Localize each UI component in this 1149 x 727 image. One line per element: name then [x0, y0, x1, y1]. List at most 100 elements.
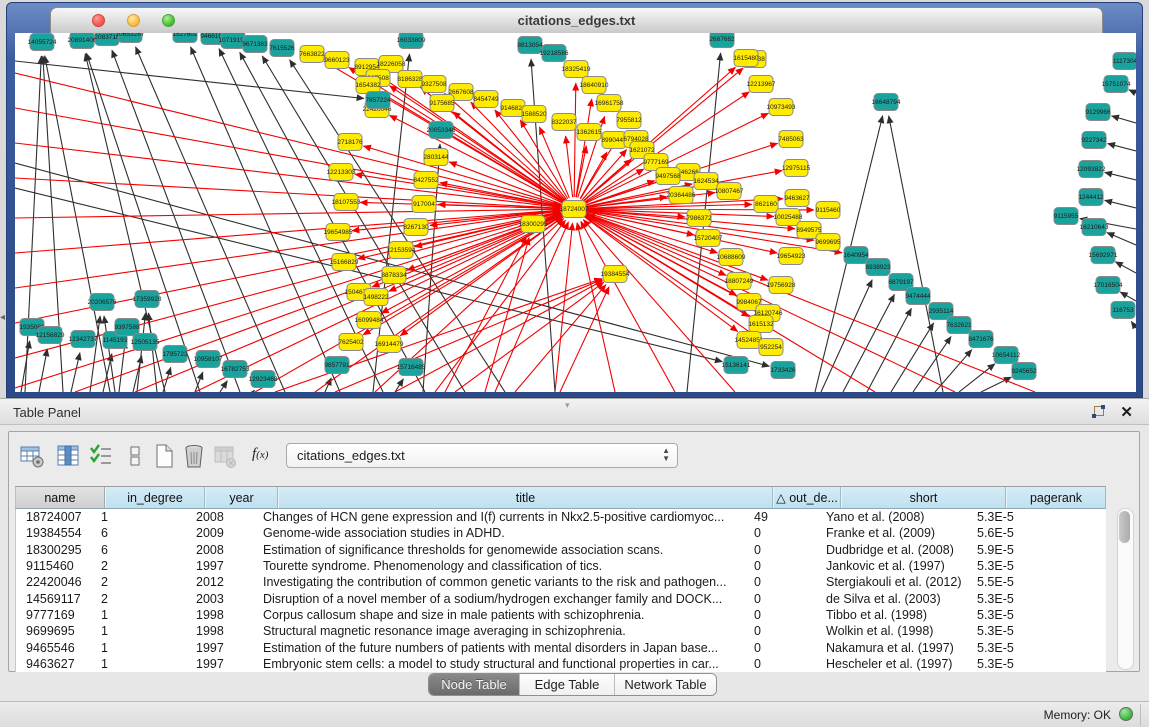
table-cell[interactable]: 18300295 — [16, 543, 96, 557]
table-cell[interactable]: 2009 — [191, 526, 259, 540]
graph-node[interactable]: 10958107 — [194, 351, 223, 368]
graph-node[interactable]: 1588520 — [521, 106, 547, 123]
table-cell[interactable]: Franke et al. (2009) — [814, 526, 967, 540]
graph-node[interactable]: 9227342 — [1081, 132, 1107, 149]
column-header-short[interactable]: short — [841, 487, 1006, 508]
table-row[interactable]: 1872400712008Changes of HCN gene express… — [16, 509, 1106, 525]
table-cell[interactable]: 0 — [750, 575, 814, 589]
graph-node[interactable]: 18807249 — [725, 273, 754, 290]
graph-node[interactable]: 1362615 — [576, 124, 602, 141]
table-cell[interactable]: 2012 — [191, 575, 259, 589]
graph-node[interactable]: 8471676 — [968, 331, 994, 348]
graph-node[interactable]: 1498222 — [363, 289, 389, 306]
graph-edge[interactable] — [566, 136, 573, 197]
graph-node[interactable]: 9671383 — [242, 36, 268, 53]
graph-node[interactable]: 7986372 — [686, 210, 712, 227]
table-cell[interactable]: 0 — [750, 608, 814, 622]
table-cell[interactable]: 0 — [750, 641, 814, 655]
graph-node[interactable]: 9857791 — [324, 357, 350, 374]
rows-toggle-icon[interactable] — [122, 443, 150, 471]
graph-node[interactable]: 7955812 — [616, 112, 642, 129]
graph-node[interactable]: 8938923 — [865, 259, 891, 276]
network-view-window[interactable]: citations_edges.txt 18724007183002951938… — [6, 2, 1143, 398]
graph-node[interactable]: 16033809 — [397, 33, 426, 49]
table-cell[interactable]: 9699695 — [16, 624, 96, 638]
graph-node[interactable]: 15136141 — [722, 357, 751, 374]
table-row[interactable]: 946554611997Estimation of the future num… — [16, 639, 1106, 655]
column-header-title[interactable]: title — [278, 487, 773, 508]
graph-node[interactable]: 19756928 — [767, 277, 796, 294]
graph-node[interactable]: 15692971 — [1089, 247, 1118, 264]
column-header-year[interactable]: year — [205, 487, 278, 508]
table-cell[interactable]: 5.9E-5 — [967, 543, 1057, 557]
table-cell[interactable]: 2 — [96, 559, 191, 573]
graph-node[interactable]: 9115460 — [816, 202, 841, 219]
graph-node[interactable]: 16210643 — [1080, 219, 1109, 236]
close-panel-icon[interactable]: ✕ — [1120, 403, 1133, 421]
table-cell[interactable]: 1 — [96, 641, 191, 655]
graph-node[interactable]: 16782753 — [221, 361, 250, 378]
table-settings-icon[interactable] — [19, 443, 47, 471]
graph-node[interactable]: 9474444 — [905, 288, 931, 305]
panel-collapse-arrow[interactable]: ◂ — [0, 312, 5, 323]
graph-node[interactable]: 12975115 — [782, 160, 811, 177]
graph-node[interactable]: 12153594 — [387, 242, 416, 259]
table-cell[interactable]: 2 — [96, 592, 191, 606]
table-cell[interactable]: 1997 — [191, 641, 259, 655]
table-panel-header[interactable]: Table Panel ▾ ✕ — [0, 398, 1149, 425]
graph-node[interactable]: 1733426 — [770, 362, 796, 379]
table-cell[interactable]: 1998 — [191, 624, 259, 638]
graph-node[interactable]: 16914479 — [375, 336, 404, 353]
graph-edge[interactable] — [574, 83, 576, 197]
graph-edge[interactable] — [1105, 172, 1136, 180]
table-cell[interactable]: 2008 — [191, 543, 259, 557]
graph-node[interactable]: 9699695 — [815, 234, 841, 251]
table-source-select[interactable]: citations_edges.txt ▲▼ — [286, 443, 678, 468]
graph-node[interactable]: 1795723 — [162, 346, 188, 363]
table-cell[interactable]: 1 — [96, 608, 191, 622]
graph-node[interactable]: 7857224 — [365, 92, 391, 109]
graph-node[interactable]: 2803144 — [423, 149, 449, 166]
table-cell[interactable]: 6 — [96, 543, 191, 557]
graph-node[interactable]: 2718176 — [337, 134, 363, 151]
graph-node[interactable]: 12156829 — [36, 327, 65, 344]
table-cell[interactable]: 5.3E-5 — [967, 641, 1057, 655]
table-cell[interactable]: 5.3E-5 — [967, 510, 1057, 524]
graph-edge[interactable] — [275, 279, 602, 392]
graph-node[interactable]: 8186328 — [397, 71, 423, 88]
graph-node[interactable]: 18640910 — [580, 77, 609, 94]
graph-node[interactable]: 7615526 — [269, 40, 295, 57]
table-cell[interactable]: Dudbridge et al. (2008) — [814, 543, 967, 557]
graph-node[interactable]: 10807467 — [715, 183, 744, 200]
graph-node[interactable]: 7485063 — [778, 131, 804, 148]
column-header-pagerank[interactable]: pagerank — [1006, 487, 1106, 508]
table-cell[interactable]: Wolkin et al. (1998) — [814, 624, 967, 638]
table-cell[interactable]: Disruption of a novel member of a sodium… — [259, 592, 750, 606]
table-cell[interactable]: 19384554 — [16, 526, 96, 540]
table-cell[interactable]: 0 — [750, 526, 814, 540]
table-cell[interactable]: Nakamura et al. (1997) — [814, 641, 967, 655]
table-cell[interactable]: 9463627 — [16, 657, 96, 671]
table-cell[interactable]: 0 — [750, 657, 814, 671]
graph-edge[interactable] — [1108, 144, 1136, 151]
table-cell[interactable]: Structural magnetic resonance image aver… — [259, 624, 750, 638]
window-titlebar[interactable]: citations_edges.txt — [50, 7, 1103, 34]
graph-edge[interactable] — [71, 353, 80, 392]
table-cell[interactable]: Hescheler et al. (1997) — [814, 657, 967, 671]
table-row[interactable]: 1456911722003Disruption of a novel membe… — [16, 590, 1106, 606]
table-row[interactable]: 1830029562008Estimation of significance … — [16, 542, 1106, 558]
table-cell[interactable]: 5.3E-5 — [967, 608, 1057, 622]
table-cell[interactable]: Jankovic et al. (1997) — [814, 559, 967, 573]
graph-edge[interactable] — [1111, 116, 1136, 123]
table-cell[interactable]: 6 — [96, 526, 191, 540]
graph-node[interactable]: 17016504 — [1094, 277, 1123, 294]
graph-node[interactable]: 7625402 — [338, 334, 364, 351]
table-row[interactable]: 977716911998Corpus callosum shape and si… — [16, 607, 1106, 623]
graph-node[interactable]: 16648794 — [872, 94, 901, 111]
graph-node[interactable]: 8878334 — [381, 267, 407, 284]
graph-node[interactable]: 952254 — [759, 339, 783, 356]
graph-edge[interactable] — [253, 390, 254, 392]
table-cell[interactable]: 9115460 — [16, 559, 96, 573]
graph-node[interactable]: 15166829 — [330, 254, 359, 271]
table-cell[interactable]: 5.3E-5 — [967, 624, 1057, 638]
